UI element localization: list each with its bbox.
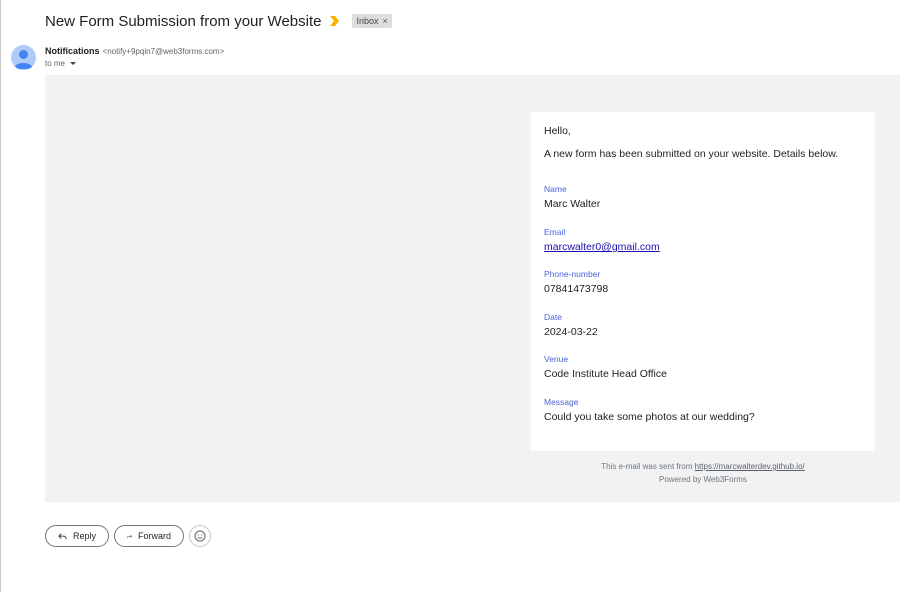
sender-line: Notifications <notify+9pqin7@web3forms.c… [45, 46, 224, 56]
website-link[interactable]: https://marcwalterdev.github.io/ [695, 462, 805, 471]
sender-name[interactable]: Notifications [45, 46, 100, 56]
field-label: Name [544, 184, 567, 194]
field-label: Date [544, 312, 562, 322]
field-venue: Venue Code Institute Head Office [544, 354, 667, 380]
intro-text: A new form has been submitted on your we… [544, 148, 839, 160]
field-email: Email marcwalter0@gmail.com [544, 227, 660, 253]
field-value: Marc Walter [544, 198, 601, 210]
recipient-details-toggle[interactable]: to me [45, 59, 77, 68]
form-submission-card: Hello, A new form has been submitted on … [531, 112, 875, 451]
field-label: Phone-number [544, 269, 601, 279]
field-value: 2024-03-22 [544, 326, 598, 338]
window-left-border [0, 0, 1, 592]
chevron-down-icon[interactable] [70, 62, 77, 65]
subject-row: New Form Submission from your Website In… [45, 10, 392, 32]
greeting: Hello, [544, 125, 571, 137]
sent-from-text: This e-mail was sent from [601, 462, 693, 471]
forward-arrow-icon [127, 534, 132, 538]
reply-label: Reply [72, 531, 96, 541]
field-value: Could you take some photos at our weddin… [544, 411, 755, 423]
emoji-reaction-button[interactable] [189, 525, 211, 547]
field-value: Code Institute Head Office [544, 368, 667, 380]
field-value: 07841473798 [544, 283, 609, 295]
field-label: Email [544, 227, 566, 237]
email-body: Hello, A new form has been submitted on … [45, 75, 900, 502]
sent-from-note: This e-mail was sent from https://marcwa… [531, 462, 875, 471]
message-actions: Reply Forward [45, 525, 211, 547]
field-label: Venue [544, 354, 569, 364]
person-avatar-icon [11, 45, 36, 70]
reply-arrow-icon [58, 532, 67, 539]
email-link[interactable]: marcwalter0@gmail.com [544, 241, 660, 253]
field-phone-number: Phone-number 07841473798 [544, 269, 608, 295]
sender-email: <notify+9pqin7@web3forms.com> [102, 47, 225, 56]
recipient-text: to me [45, 59, 66, 68]
field-name: Name Marc Walter [544, 184, 600, 210]
importance-marker-icon[interactable] [329, 15, 343, 27]
forward-button[interactable]: Forward [114, 525, 184, 547]
field-label: Message [544, 397, 579, 407]
inbox-label-text: Inbox [356, 16, 379, 26]
powered-by-note: Powered by Web3Forms [659, 475, 747, 484]
field-date: Date 2024-03-22 [544, 312, 598, 338]
reply-button[interactable]: Reply [45, 525, 109, 547]
remove-label-icon[interactable]: × [383, 16, 388, 26]
emoji-smile-icon [194, 530, 206, 542]
field-message: Message Could you take some photos at ou… [544, 397, 755, 423]
forward-label: Forward [137, 531, 171, 541]
inbox-label-chip[interactable]: Inbox × [352, 14, 392, 28]
email-subject: New Form Submission from your Website [45, 12, 322, 30]
